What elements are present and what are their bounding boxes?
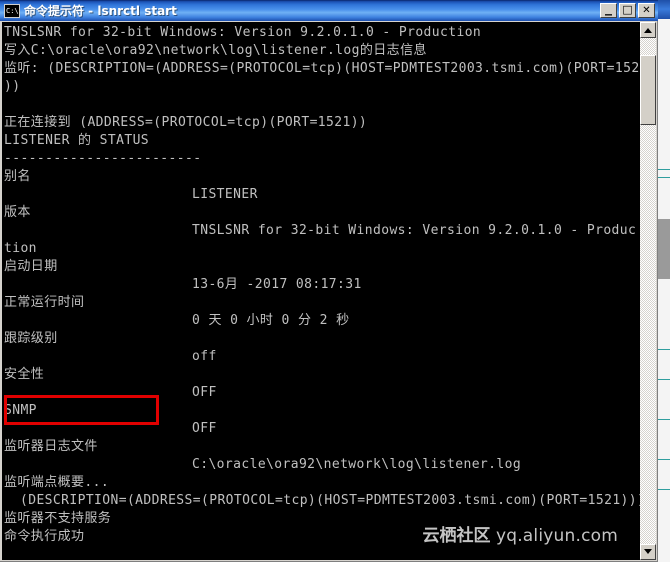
terminal-line: 别名 xyxy=(4,169,31,184)
terminal-line: 正在连接到 (ADDRESS=(PROTOCOL=tcp)(PORT=1521)… xyxy=(4,115,368,130)
terminal-line: 正常运行时间 xyxy=(4,295,85,310)
maximize-icon: □ xyxy=(622,3,633,16)
minimize-button[interactable]: _ xyxy=(600,0,617,18)
watermark: 云栖社区 yq.aliyun.com xyxy=(423,521,618,546)
scrollbar-thumb[interactable] xyxy=(640,55,656,125)
watermark-cn-text: 云栖社区 xyxy=(422,526,491,546)
terminal-line: 启动日期 xyxy=(4,259,58,274)
terminal-output-area[interactable]: TNSLSNR for 32-bit Windows: Version 9.2.… xyxy=(2,22,640,560)
terminal-line: TNSLSNR for 32-bit Windows: Version 9.2.… xyxy=(192,223,637,238)
close-button[interactable]: ✕ xyxy=(638,3,655,18)
terminal-line: 监听端点概要... xyxy=(4,475,110,490)
terminal-line: OFF xyxy=(192,421,217,436)
terminal-line: (DESCRIPTION=(ADDRESS=(PROTOCOL=tcp)(HOS… xyxy=(20,493,640,508)
title-bar[interactable]: 命令提示符 - lsnrctl start _ □ ✕ xyxy=(0,0,658,21)
terminal-line: 13-6月 -2017 08:17:31 xyxy=(192,277,362,292)
window-title: 命令提示符 - lsnrctl start xyxy=(24,4,177,18)
terminal-line: 监听器不支持服务 xyxy=(4,511,112,526)
terminal-line: 写入C:\oracle\ora92\network\log\listener.l… xyxy=(4,43,427,58)
terminal-line: C:\oracle\ora92\network\log\listener.log xyxy=(192,457,522,472)
terminal-line: 监听: (DESCRIPTION=(ADDRESS=(PROTOCOL=tcp)… xyxy=(4,61,640,76)
command-prompt-window: 命令提示符 - lsnrctl start _ □ ✕ TNSLSNR for … xyxy=(0,0,658,562)
terminal-line: OFF xyxy=(192,385,217,400)
terminal-line: 跟踪级别 xyxy=(4,331,58,346)
terminal-line: 监听器日志文件 xyxy=(4,439,98,454)
chevron-down-icon xyxy=(644,549,652,554)
scroll-down-button[interactable] xyxy=(640,544,656,560)
terminal-line: off xyxy=(192,349,217,364)
terminal-line: TNSLSNR for 32-bit Windows: Version 9.2.… xyxy=(4,25,482,40)
window-buttons: _ □ ✕ xyxy=(600,0,655,18)
scroll-up-button[interactable] xyxy=(640,22,656,38)
terminal-line: )) xyxy=(4,79,21,94)
terminal-line: 安全性 xyxy=(4,367,45,382)
terminal-line: LISTENER 的 STATUS xyxy=(4,133,150,148)
terminal-line: 版本 xyxy=(4,205,31,220)
maximize-button[interactable]: □ xyxy=(619,3,636,18)
minimize-icon: _ xyxy=(605,0,612,16)
console-icon xyxy=(4,3,20,18)
terminal-line: SNMP xyxy=(4,403,37,418)
terminal-line: 0 天 0 小时 0 分 2 秒 xyxy=(192,313,350,328)
chevron-up-icon xyxy=(644,28,652,33)
watermark-url-text: yq.aliyun.com xyxy=(495,526,618,546)
close-icon: ✕ xyxy=(642,5,651,16)
terminal-line: tion xyxy=(4,241,37,256)
terminal-line: LISTENER xyxy=(192,187,258,202)
vertical-scrollbar[interactable] xyxy=(640,22,656,560)
terminal-line: ------------------------ xyxy=(4,151,202,166)
terminal-line: 命令执行成功 xyxy=(4,529,85,544)
